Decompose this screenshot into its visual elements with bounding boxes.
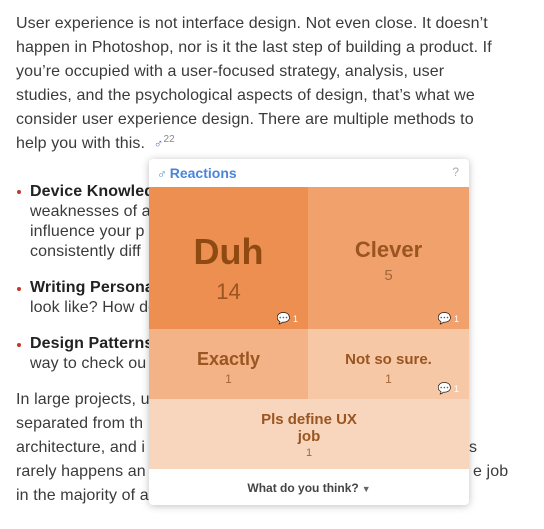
reaction-tile-define-ux-job[interactable]: Pls define UX job 1: [149, 399, 469, 469]
paragraph-line: rarely happens an: [16, 463, 146, 480]
bullet-text: consistently diff: [30, 243, 141, 260]
comment-indicator[interactable]: 💬 1: [277, 312, 298, 325]
paragraph-line: happen in Photoshop, nor is it the last …: [16, 39, 492, 56]
caret-down-icon: ▼: [361, 484, 371, 494]
popup-footer: What do you think? ▼: [149, 469, 469, 505]
comment-count: 1: [292, 314, 298, 324]
paragraph-line: separated from th: [16, 415, 144, 432]
comment-bubble-icon: 💬: [276, 313, 291, 325]
reaction-label-line: Pls define UX: [261, 411, 357, 428]
reaction-tile-clever[interactable]: Clever 5 💬 1: [308, 187, 469, 329]
comment-count: 1: [453, 384, 459, 394]
reaction-count: 5: [384, 267, 393, 284]
reaction-label-line: job: [297, 428, 321, 445]
reaction-label: Exactly: [196, 349, 261, 369]
what-do-you-think-dropdown[interactable]: What do you think? ▼: [247, 481, 370, 495]
bullet-dot: [17, 190, 21, 194]
reactions-popup: ♂ Reactions ? Duh 14 💬 1 Clever 5 💬 1 Exa…: [149, 159, 469, 505]
popup-header: ♂ Reactions ?: [149, 159, 469, 187]
paragraph-line-fragment: s: [469, 439, 478, 456]
reaction-tile-exactly[interactable]: Exactly 1: [149, 329, 308, 399]
reaction-count: 1: [305, 447, 313, 459]
paragraph-line: architecture, and i: [16, 439, 146, 456]
reactions-icon: ♂: [157, 166, 167, 181]
bullet-dot: [17, 343, 21, 347]
reaction-badge[interactable]: ♂22: [154, 132, 175, 154]
comment-bubble-icon: 💬: [437, 383, 452, 395]
comment-indicator[interactable]: 💬 1: [438, 312, 459, 325]
paragraph-line: studies, and the psychological aspects o…: [16, 87, 475, 104]
reaction-count: 14: [216, 279, 241, 304]
paragraph-line: consider user experience design. There a…: [16, 111, 474, 128]
reaction-count: 22: [163, 134, 175, 145]
paragraph-line: User experience is not interface design.…: [16, 15, 488, 32]
paragraph-line: you’re occupied with a user-focused stra…: [16, 63, 445, 80]
comment-bubble-icon: 💬: [437, 313, 452, 325]
bullet-text: way to check ou: [30, 355, 147, 372]
paragraph-line-last: help you with this. ♂22: [16, 132, 175, 156]
comment-indicator[interactable]: 💬 1: [438, 382, 459, 395]
paragraph-line-fragment: e job: [473, 463, 509, 480]
footer-label: What do you think?: [247, 481, 359, 495]
reaction-label: Clever: [354, 237, 423, 262]
paragraph-line: In large projects, u: [16, 391, 150, 408]
reactions-icon: ♂: [153, 136, 164, 151]
reaction-tile-not-so-sure[interactable]: Not so sure. 1 💬 1: [308, 329, 469, 399]
help-button[interactable]: ?: [452, 165, 459, 179]
reaction-label: Pls define UX job: [149, 411, 469, 445]
reaction-tile-duh[interactable]: Duh 14 💬 1: [149, 187, 308, 329]
comment-count: 1: [453, 314, 459, 324]
popup-title-text: Reactions: [169, 165, 237, 181]
reaction-count: 1: [225, 372, 232, 386]
bullet-text: look like? How do: [30, 299, 158, 316]
popup-title: ♂ Reactions: [157, 165, 237, 181]
reaction-label: Not so sure.: [345, 351, 432, 368]
paragraph-line: in the majority of a: [16, 487, 149, 504]
reaction-label: Duh: [193, 231, 264, 272]
bullet-dot: [17, 287, 21, 291]
paragraph-text: help you with this.: [16, 135, 146, 152]
